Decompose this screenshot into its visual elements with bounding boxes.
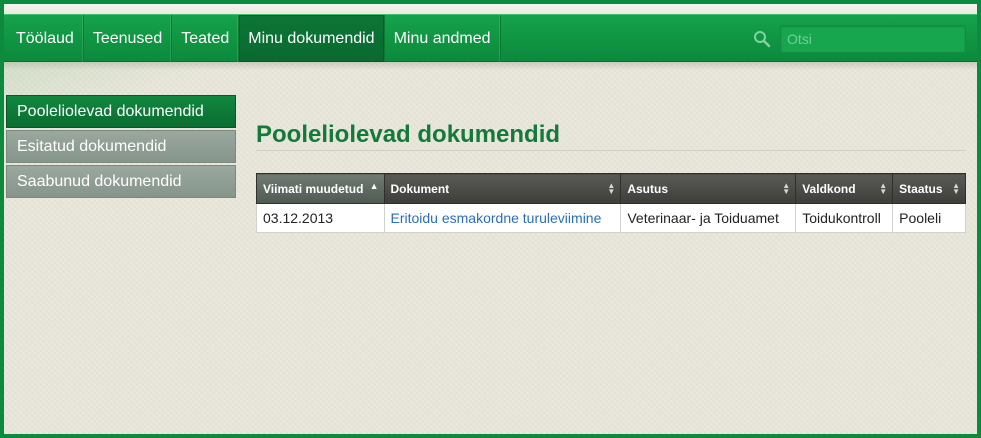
sidebar: Pooleliolevad dokumendid Esitatud dokume… [6,95,236,200]
column-header-label: Valdkond [802,181,856,196]
sort-both-icon: ▲ ▼ [879,181,888,196]
column-header-label: Viimati muudetud [263,181,364,196]
nav-item-minu-andmed[interactable]: Minu andmed [385,15,501,62]
cell-date: 03.12.2013 [256,203,385,233]
column-header-staatus[interactable]: Staatus ▲ ▼ [892,173,966,204]
nav-item-minu-dokumendid[interactable]: Minu dokumendid [239,15,385,62]
sort-both-icon: ▲ ▼ [782,181,791,196]
app-frame: Töölaud Teenused Teated Minu dokumendid … [4,4,977,434]
sort-ascending-icon: ▲ [369,181,379,191]
sidebar-item-esitatud[interactable]: Esitatud dokumendid [6,130,236,163]
page-title: Pooleliolevad dokumendid [256,121,561,148]
documents-table: Viimati muudetud ▲ Dokument ▲ ▼ Asutus ▲ ▼… [256,173,966,233]
table-row: 03.12.2013 Eritoidu esmakordne turulevii… [256,203,966,233]
cell-institution: Veterinaar- ja Toiduamet [620,203,797,233]
nav-menu: Töölaud Teenused Teated Minu dokumendid … [7,15,501,62]
table-header-row: Viimati muudetud ▲ Dokument ▲ ▼ Asutus ▲ ▼… [256,173,966,204]
column-header-valdkond[interactable]: Valdkond ▲ ▼ [795,173,894,204]
sidebar-item-saabunud[interactable]: Saabunud dokumendid [6,165,236,198]
document-link[interactable]: Eritoidu esmakordne turuleviimine [391,210,602,226]
search-input[interactable] [780,25,966,53]
nav-item-teenused[interactable]: Teenused [84,15,173,62]
sidebar-item-pooleliolevad[interactable]: Pooleliolevad dokumendid [6,95,236,128]
main-navbar: Töölaud Teenused Teated Minu dokumendid … [4,14,977,62]
column-header-label: Asutus [627,181,669,196]
nav-item-teated[interactable]: Teated [172,15,240,62]
column-header-label: Staatus [899,181,943,196]
column-header-asutus[interactable]: Asutus ▲ ▼ [620,173,797,204]
search-icon[interactable] [753,30,771,48]
column-header-viimati-muudetud[interactable]: Viimati muudetud ▲ [256,173,385,204]
column-header-label: Dokument [390,181,450,196]
cell-status: Pooleli [892,203,966,233]
sort-both-icon: ▲ ▼ [952,181,960,196]
top-stripe [4,4,977,14]
sort-both-icon: ▲ ▼ [607,181,616,196]
title-divider [256,150,966,151]
cell-document: Eritoidu esmakordne turuleviimine [383,203,622,233]
column-header-dokument[interactable]: Dokument ▲ ▼ [383,173,622,204]
cell-field: Toidukontroll [795,203,894,233]
nav-item-toolaud[interactable]: Töölaud [7,15,84,62]
